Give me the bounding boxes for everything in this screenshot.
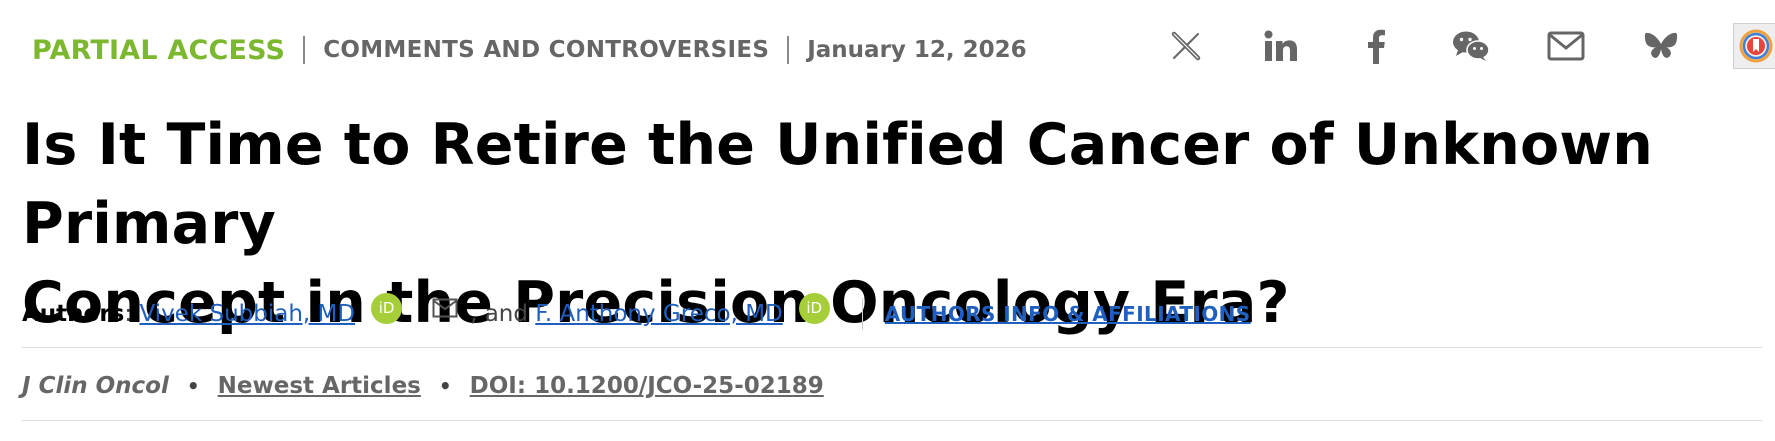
divider [787,36,790,64]
share-facebook-button[interactable] [1350,20,1402,72]
facebook-icon [1368,29,1385,64]
orcid-icon[interactable]: iD [371,292,403,324]
publication-date: January 12, 2026 [807,37,1027,63]
newest-articles-link[interactable]: Newest Articles [218,373,421,399]
authors-row: Authors: Vivek Subbiah, MD iD , and F. A… [22,292,1251,334]
section-label: COMMENTS AND CONTROVERSIES [323,37,770,63]
journal-name: J Clin Oncol [22,373,169,399]
authors-label: Authors [22,301,125,327]
altmetric-button[interactable] [1730,20,1775,72]
share-toolbar [1160,20,1775,72]
divider-line [22,420,1762,421]
doi-link[interactable]: DOI: 10.1200/JCO-25-02189 [470,373,824,399]
x-icon [1171,31,1201,61]
authors-colon: : [124,301,133,327]
share-x-button[interactable] [1160,20,1212,72]
orcid-icon[interactable]: iD [798,292,830,324]
access-label: PARTIAL ACCESS [32,34,286,66]
altmetric-badge-icon [1739,29,1773,63]
authors-conjunction: , and [470,301,528,327]
citation-meta-row: J Clin Oncol • Newest Articles • DOI: 10… [22,368,824,404]
wechat-icon [1453,31,1490,61]
author-link-greco[interactable]: F. Anthony Greco, MD [535,301,782,327]
bullet-separator: • [438,374,452,398]
divider [303,36,306,64]
linkedin-icon [1264,30,1297,61]
envelope-icon [432,298,458,318]
share-bluesky-button[interactable] [1635,20,1687,72]
article-header-bar: PARTIAL ACCESS COMMENTS AND CONTROVERSIE… [32,30,1027,70]
author-email-button[interactable] [432,298,458,318]
divider [861,298,863,330]
bullet-separator: • [186,374,200,398]
share-wechat-button[interactable] [1445,20,1497,72]
article-title-line-1: Is It Time to Retire the Unified Cancer … [22,112,1653,257]
divider-line [22,347,1762,348]
email-icon [1547,31,1585,61]
authors-info-affiliations-link[interactable]: AUTHORS INFO & AFFILIATIONS [885,302,1251,326]
altmetric-badge [1733,23,1775,69]
author-link-subbiah[interactable]: Vivek Subbiah, MD [139,301,355,327]
share-linkedin-button[interactable] [1255,20,1307,72]
share-email-button[interactable] [1540,20,1592,72]
bluesky-icon [1644,32,1678,58]
